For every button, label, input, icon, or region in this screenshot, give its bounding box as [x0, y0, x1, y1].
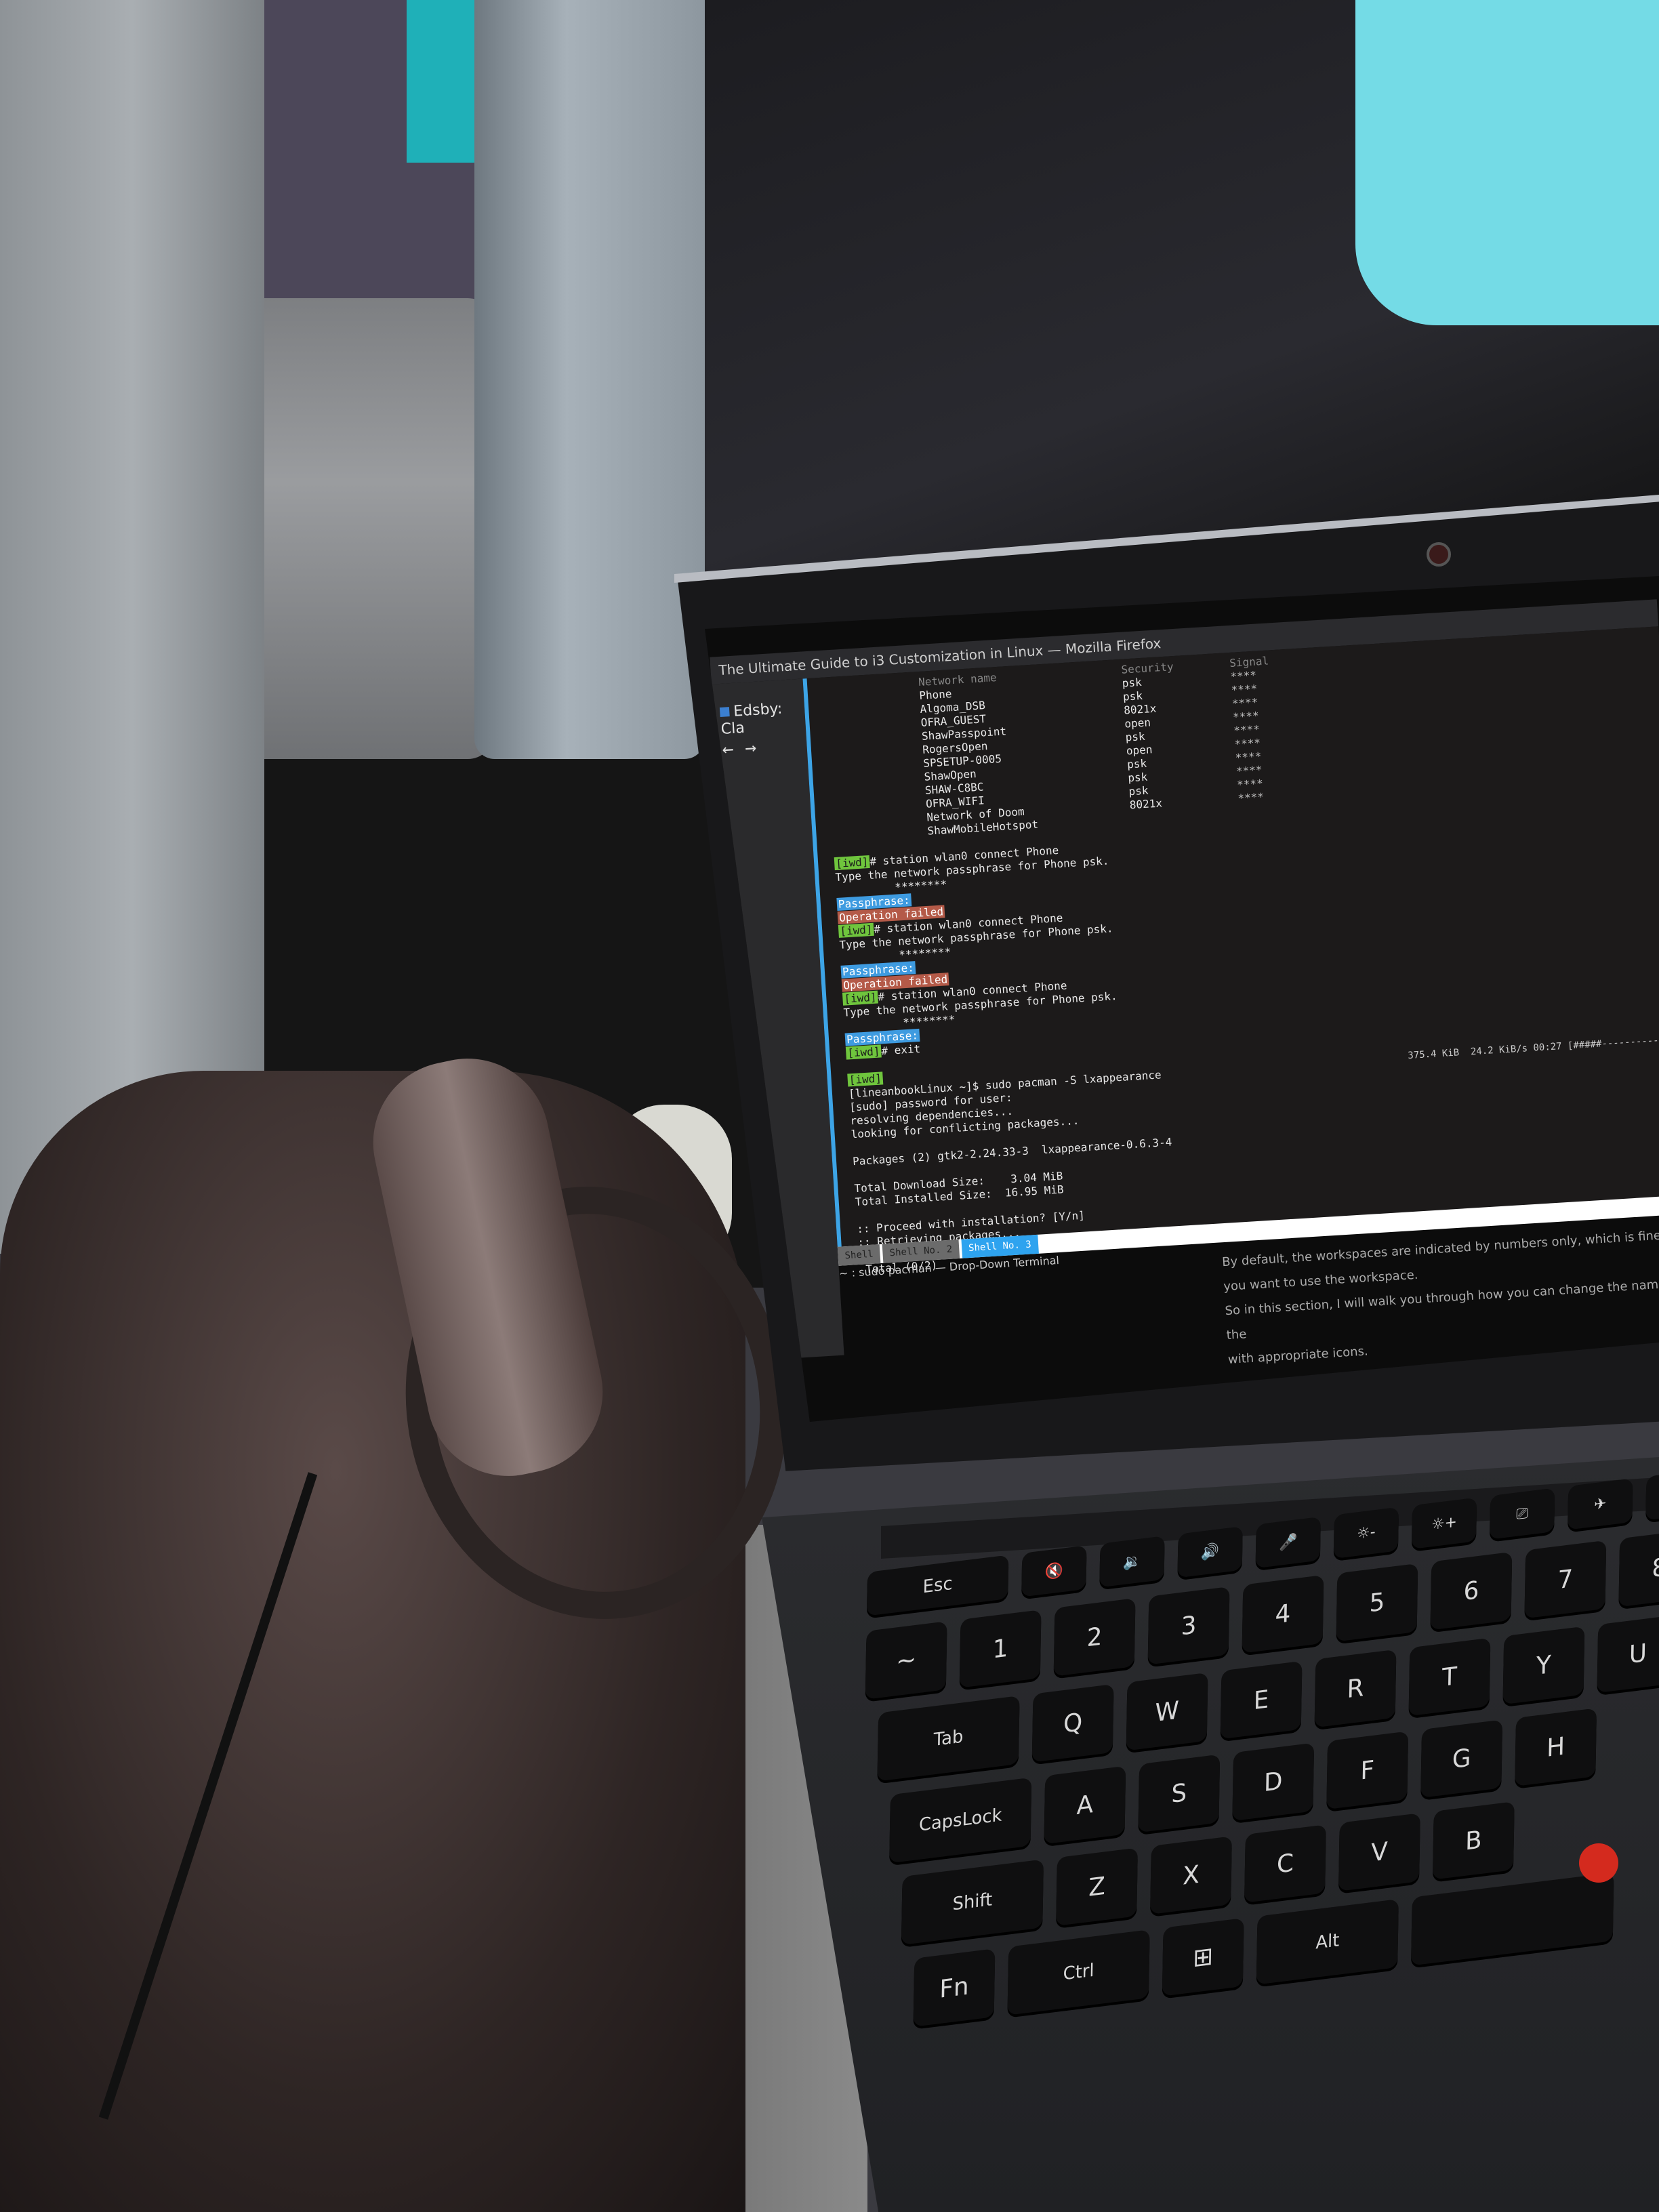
forward-arrow-icon[interactable]: → — [744, 736, 757, 759]
key[interactable]: V — [1338, 1813, 1420, 1891]
back-arrow-icon[interactable]: ← — [722, 737, 735, 760]
key[interactable]: 2 — [1053, 1598, 1136, 1677]
laptop-screen: The Ultimate Guide to i3 Customization i… — [705, 576, 1659, 1422]
key[interactable]: E — [1220, 1660, 1303, 1740]
key[interactable]: Tab — [877, 1695, 1020, 1782]
key[interactable]: Fn — [913, 1948, 996, 2027]
key[interactable] — [1411, 1872, 1614, 1966]
key[interactable]: Y — [1502, 1626, 1585, 1705]
key[interactable]: 1 — [959, 1610, 1042, 1688]
key[interactable]: 7 — [1524, 1540, 1607, 1619]
drop-down-terminal[interactable]: Network name Security Signal Phone psk **** A… — [802, 626, 1659, 1275]
key[interactable]: B — [1432, 1801, 1515, 1880]
key[interactable]: ✈ — [1568, 1478, 1633, 1530]
key[interactable]: W — [1126, 1672, 1208, 1751]
key[interactable]: U — [1597, 1614, 1659, 1694]
key[interactable]: C — [1244, 1824, 1326, 1903]
network-signal: **** — [1234, 736, 1261, 751]
network-signal: **** — [1235, 750, 1262, 764]
key[interactable]: D — [1232, 1742, 1315, 1822]
key[interactable]: 🔊 — [1177, 1525, 1243, 1578]
network-signal: **** — [1229, 668, 1257, 683]
network-signal: **** — [1236, 777, 1264, 792]
seat-side-panel — [0, 0, 264, 1254]
key[interactable]: Q — [1031, 1683, 1114, 1763]
keyboard[interactable]: Esc🔇🔉🔊🎤☼-☼+⎚✈☐~12345678TabQWERTYUCapsLoc… — [859, 1469, 1659, 2049]
key[interactable]: 🎤 — [1255, 1516, 1321, 1569]
key[interactable]: S — [1138, 1754, 1221, 1833]
network-signal: **** — [1231, 695, 1258, 710]
trackpoint[interactable] — [1579, 1843, 1618, 1883]
key[interactable]: G — [1420, 1719, 1503, 1799]
key[interactable]: Alt — [1256, 1899, 1399, 1985]
key[interactable]: T — [1408, 1637, 1491, 1717]
key[interactable]: ⎚ — [1489, 1488, 1555, 1540]
key[interactable]: ~ — [865, 1621, 947, 1700]
key[interactable]: 5 — [1336, 1563, 1418, 1642]
key[interactable]: CapsLock — [889, 1777, 1032, 1864]
bus-seat-back — [474, 0, 705, 759]
passenger-shirt — [1355, 0, 1659, 325]
key[interactable]: Ctrl — [1007, 1929, 1150, 2015]
key[interactable]: 6 — [1430, 1551, 1513, 1631]
key[interactable]: 8 — [1618, 1528, 1659, 1607]
terminal-tab[interactable]: Shell — [837, 1244, 881, 1266]
key[interactable]: ☼+ — [1411, 1497, 1477, 1549]
network-signal: **** — [1231, 682, 1258, 697]
key[interactable]: ☼- — [1333, 1507, 1399, 1559]
key[interactable]: ⊞ — [1162, 1918, 1244, 1996]
key[interactable]: R — [1314, 1649, 1397, 1728]
key[interactable]: 3 — [1147, 1586, 1230, 1665]
photo-scene: The Ultimate Guide to i3 Customization i… — [0, 0, 1659, 2212]
browser-tab[interactable]: Edsby: Cla — [720, 699, 806, 738]
key[interactable]: 🔇 — [1021, 1545, 1087, 1597]
network-signal: **** — [1232, 709, 1260, 724]
key[interactable]: Z — [1056, 1847, 1138, 1926]
network-signal: **** — [1233, 722, 1261, 737]
key[interactable]: 4 — [1242, 1574, 1324, 1654]
key[interactable]: X — [1150, 1836, 1232, 1914]
key[interactable]: A — [1044, 1765, 1126, 1845]
key[interactable]: F — [1326, 1731, 1409, 1810]
webcam-icon — [1427, 542, 1451, 567]
network-signal: **** — [1235, 763, 1263, 778]
network-signal: **** — [1237, 790, 1265, 805]
key[interactable]: H — [1515, 1708, 1597, 1786]
key[interactable]: Shift — [901, 1859, 1044, 1946]
key[interactable]: 🔉 — [1099, 1536, 1165, 1588]
